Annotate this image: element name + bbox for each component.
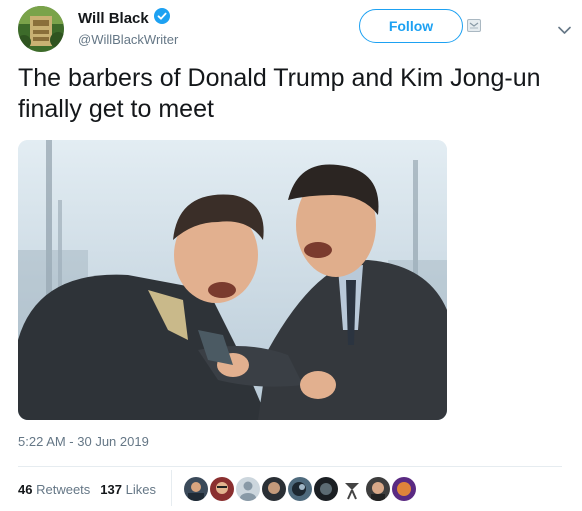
retweets-stat[interactable]: 46 Retweets xyxy=(18,482,90,497)
tweet-stats: 46 Retweets 137 Likes xyxy=(18,482,156,497)
liker-avatar[interactable] xyxy=(236,477,260,501)
liker-avatar[interactable] xyxy=(184,477,208,501)
tweet-timestamp[interactable]: 5:22 AM - 30 Jun 2019 xyxy=(18,434,149,449)
follow-button[interactable]: Follow xyxy=(359,9,463,43)
retweets-count: 46 xyxy=(18,482,33,497)
stats-separator xyxy=(171,470,172,506)
liker-avatar[interactable] xyxy=(262,477,286,501)
divider xyxy=(18,466,562,467)
liker-avatar[interactable] xyxy=(314,477,338,501)
tweet-text: The barbers of Donald Trump and Kim Jong… xyxy=(18,64,541,123)
likes-label: Likes xyxy=(125,482,156,497)
author-avatar[interactable] xyxy=(18,6,64,52)
likes-stat[interactable]: 137 Likes xyxy=(100,482,156,497)
chevron-down-icon[interactable] xyxy=(558,22,571,40)
retweets-label: Retweets xyxy=(36,482,91,497)
liker-avatar[interactable] xyxy=(366,477,390,501)
verified-badge-icon xyxy=(153,8,170,29)
liker-avatar[interactable] xyxy=(288,477,312,501)
likes-count: 137 xyxy=(100,482,122,497)
liker-avatars xyxy=(184,477,416,501)
liker-avatar[interactable] xyxy=(340,477,364,501)
tweet-photo[interactable] xyxy=(18,140,447,420)
author-handle[interactable]: @WillBlackWriter xyxy=(78,32,178,47)
direct-message-icon[interactable] xyxy=(467,19,481,37)
author-name[interactable]: Will Black xyxy=(78,10,149,27)
liker-avatar[interactable] xyxy=(392,477,416,501)
author-name-row[interactable]: Will Black xyxy=(78,8,170,29)
liker-avatar[interactable] xyxy=(210,477,234,501)
